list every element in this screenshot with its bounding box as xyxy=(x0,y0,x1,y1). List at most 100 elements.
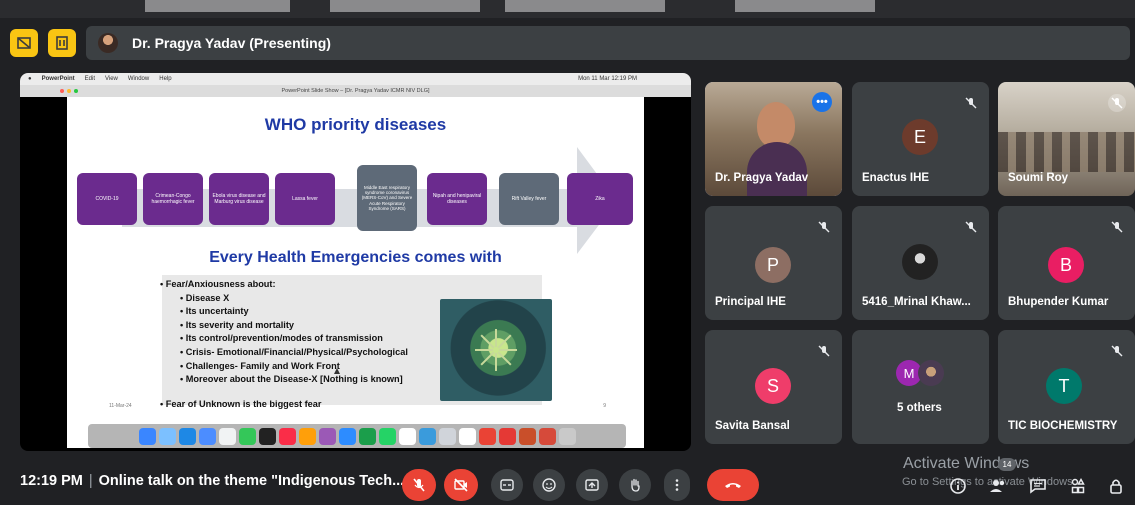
whatsapp-icon xyxy=(378,427,396,445)
participant-tile[interactable]: E Enactus IHE xyxy=(852,82,989,196)
chat-button[interactable] xyxy=(1027,475,1049,497)
menu-item: View xyxy=(104,76,118,82)
close-dot-icon xyxy=(60,89,64,93)
disease-box: Crimean-Congo haemorrhagic fever xyxy=(143,173,203,225)
captions-button[interactable] xyxy=(491,469,523,501)
shared-screen: ● PowerPoint Edit View Window Help Mon 1… xyxy=(20,73,691,451)
trash-icon xyxy=(558,427,576,445)
slide-page-number: 9 xyxy=(603,403,606,409)
raise-hand-button[interactable] xyxy=(619,469,651,501)
tv-icon xyxy=(258,427,276,445)
disease-box: Lassa fever xyxy=(275,173,335,225)
presenter-avatar xyxy=(98,33,118,53)
more-options-button[interactable] xyxy=(664,469,690,501)
menu-item: Window xyxy=(127,76,150,82)
pin-presentation-button[interactable] xyxy=(48,29,76,57)
lock-person-icon xyxy=(1110,479,1122,494)
slide: WHO priority diseases COVID-19 Crimean-C… xyxy=(67,97,644,448)
disease-box: COVID-19 xyxy=(77,173,137,225)
avatar: B xyxy=(1048,247,1084,283)
avatar: S xyxy=(755,368,791,404)
participant-tile[interactable]: ••• Dr. Pragya Yadav xyxy=(705,82,842,196)
meet-icon xyxy=(358,427,376,445)
reactions-button[interactable] xyxy=(533,469,565,501)
podcasts-icon xyxy=(318,427,336,445)
music-icon xyxy=(278,427,296,445)
participant-tile[interactable]: M 5 others xyxy=(852,330,989,444)
sub-bullet-item: • Its control/prevention/modes of transm… xyxy=(180,333,383,344)
mic-off-icon xyxy=(1108,342,1126,360)
mic-off-icon xyxy=(1108,94,1126,112)
present-button[interactable] xyxy=(576,469,608,501)
mac-menu-bar: ● PowerPoint Edit View Window Help Mon 1… xyxy=(20,73,691,85)
sub-bullet-item: • Moreover about the Disease-X [Nothing … xyxy=(180,374,403,385)
mic-toggle-button[interactable] xyxy=(402,469,436,501)
avatar: T xyxy=(1046,368,1082,404)
participant-tile[interactable]: S Savita Bansal xyxy=(705,330,842,444)
participant-tile[interactable]: 5416_Mrinal Khaw... xyxy=(852,206,989,320)
people-button[interactable] xyxy=(987,475,1009,497)
emoji-icon xyxy=(542,478,556,492)
participant-tile[interactable]: T TIC BIOCHEMISTRY xyxy=(998,330,1135,444)
preview-icon xyxy=(418,427,436,445)
minimize-dot-icon xyxy=(67,89,71,93)
participant-name: 5 others xyxy=(897,402,942,414)
books-icon xyxy=(298,427,316,445)
virus-image xyxy=(440,299,552,401)
sub-bullet-item: • Its uncertainty xyxy=(180,306,249,317)
presenter-title: Dr. Pragya Yadav (Presenting) xyxy=(132,35,331,51)
blurred-strip xyxy=(330,0,480,12)
acrobat-icon xyxy=(498,427,516,445)
finder-icon xyxy=(138,427,156,445)
avatar-photo xyxy=(902,244,938,280)
layout-icon xyxy=(17,37,31,49)
participant-body xyxy=(747,142,807,196)
menu-item: Edit xyxy=(84,76,95,82)
sub-bullet-item: • Crisis- Emotional/Financial/Physical/P… xyxy=(180,346,408,357)
chat-icon xyxy=(1030,479,1046,494)
notes-icon xyxy=(398,427,416,445)
layout-toggle-button[interactable] xyxy=(10,29,38,57)
participant-tile[interactable]: P Principal IHE xyxy=(705,206,842,320)
bullet-item: • Fear/Anxiousness about: xyxy=(160,279,276,289)
presentation-icon xyxy=(56,36,68,50)
slide-date: 11-Mar-24 xyxy=(109,403,132,409)
presenter-pill[interactable]: Dr. Pragya Yadav (Presenting) xyxy=(86,26,1130,60)
app-icon xyxy=(538,427,556,445)
bullet-item: • Fear of Unknown is the biggest fear xyxy=(160,399,322,409)
participant-name: Savita Bansal xyxy=(715,420,790,432)
disease-box: Rift Valley fever xyxy=(499,173,559,225)
meeting-details-button[interactable] xyxy=(947,475,969,497)
participant-name: Enactus IHE xyxy=(862,172,930,184)
camera-toggle-button[interactable] xyxy=(444,469,478,501)
captions-icon xyxy=(500,479,514,491)
activities-icon xyxy=(1071,477,1085,494)
participant-tile[interactable]: Soumi Roy xyxy=(998,82,1135,196)
leave-call-icon xyxy=(725,483,741,488)
disease-box: Middle East respiratory syndrome coronav… xyxy=(357,165,417,231)
mic-off-icon xyxy=(1108,218,1126,236)
activities-button[interactable] xyxy=(1067,475,1089,497)
more-options-icon[interactable]: ••• xyxy=(812,92,832,112)
presenter-bar: Dr. Pragya Yadav (Presenting) xyxy=(10,24,1130,62)
mic-off-icon xyxy=(815,342,833,360)
host-controls-button[interactable] xyxy=(1105,475,1127,497)
participant-name: Principal IHE xyxy=(715,296,786,308)
meeting-info: 12:19 PM | Online talk on the theme "Indig… xyxy=(20,473,404,489)
disease-box: Zika xyxy=(567,173,633,225)
info-icon xyxy=(950,478,966,494)
mail-icon xyxy=(198,427,216,445)
slide-title: WHO priority diseases xyxy=(264,115,447,134)
menu-item: Help xyxy=(159,76,172,82)
participant-tile[interactable]: B Bhupender Kumar xyxy=(998,206,1135,320)
blurred-strip xyxy=(145,0,290,12)
window-title: PowerPoint Slide Show – [Dr. Pragya Yada… xyxy=(20,85,691,97)
classroom-crowd xyxy=(998,132,1135,172)
participant-name: 5416_Mrinal Khaw... xyxy=(862,296,971,308)
disease-box: Ebola virus disease and Marburg virus di… xyxy=(209,173,269,225)
leave-call-button[interactable] xyxy=(707,469,759,501)
participant-name: Dr. Pragya Yadav xyxy=(715,172,809,184)
meeting-title[interactable]: Online talk on the theme "Indigenous Tec… xyxy=(99,473,405,489)
powerpoint-icon xyxy=(518,427,536,445)
people-count-badge: 14 xyxy=(998,458,1016,471)
